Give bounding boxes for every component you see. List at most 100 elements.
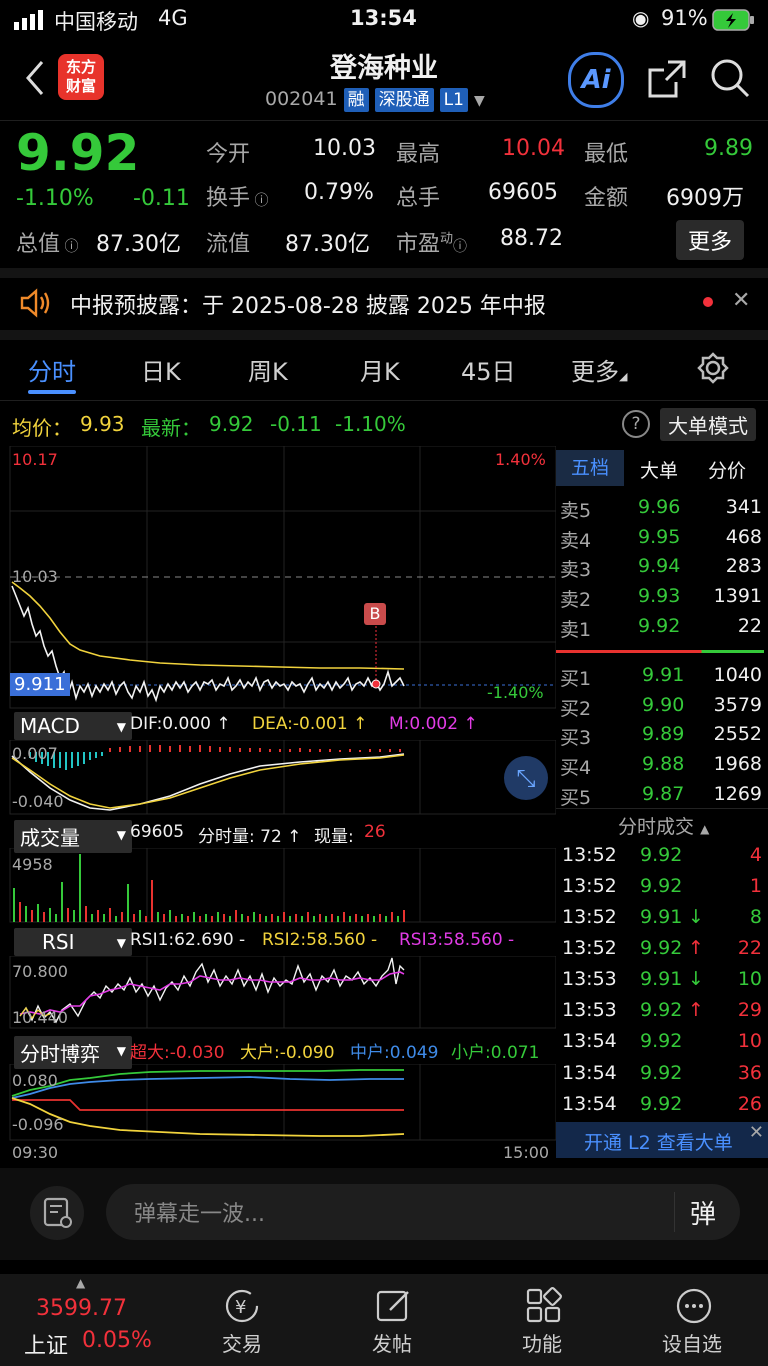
dropdown-icon[interactable]: ▼ [474,93,485,109]
ob-tab-price[interactable]: 分价 [708,456,746,483]
tab-daily-k[interactable]: 日K [141,352,181,387]
flow-super: 超大:-0.030 [130,1043,225,1063]
float-value: 87.30亿 [285,232,370,257]
close-icon[interactable]: ✕ [732,288,750,313]
buy-marker[interactable]: B [364,603,386,625]
bid-row-3[interactable]: 买3 9.89 2552 [560,723,766,753]
last-price: 9.92 [16,124,140,182]
info-icon[interactable]: ⓘ [60,239,78,255]
info-icon[interactable]: ⓘ [250,193,268,209]
index-value[interactable]: 3599.77 [36,1296,127,1321]
macd-selector[interactable]: MACD ▼ [14,712,132,740]
macd-axis-bottom: -0.040 [12,792,64,811]
ask-row-2[interactable]: 卖2 9.93 1391 [560,585,766,615]
bid-row-4[interactable]: 买4 9.88 1968 [560,753,766,783]
macd-axis-top: 0.007 [12,744,58,763]
volume-selector[interactable]: 成交量 ▼ [14,820,132,853]
bid-row-1[interactable]: 买1 9.91 1040 [560,664,766,694]
nav-watchlist[interactable]: 设自选 [632,1328,752,1357]
notice-bar[interactable]: 中报预披露：于 2025-08-28 披露 2025 年中报 ✕ [0,278,768,330]
current-price-tag: 9.911 [10,673,70,696]
tab-weekly-k[interactable]: 周K [248,352,288,387]
high-label: 最高 [396,142,441,167]
carrier: 中国移动 [54,10,138,34]
tab-intraday[interactable]: 分时 [28,352,76,387]
mktcap-label: 总值 ⓘ [16,232,79,257]
nav-function[interactable]: 功能 [482,1328,602,1357]
flow-large: 大户:-0.090 [240,1043,335,1063]
function-icon [526,1287,562,1323]
notes-icon [43,1197,72,1228]
close-icon[interactable]: ✕ [749,1122,764,1143]
nav-trade[interactable]: 交易 [182,1328,302,1357]
latest-change: -0.11 [270,412,322,436]
trade-row: 13:52 9.92 ↑ 22 [562,937,762,959]
index-pct[interactable]: 0.05% [82,1328,152,1353]
axis-high-pct: 1.40% [495,450,546,469]
badge-margin: 融 [343,88,369,112]
open-value: 10.03 [313,136,376,161]
tab-more[interactable]: 更多◢ [571,352,627,387]
volume-current: 26 [364,822,386,842]
time-axis-end: 15:00 [503,1143,550,1162]
search-icon[interactable] [708,56,752,100]
current-point [371,679,381,689]
ai-button[interactable]: Ai [568,52,624,108]
nav-post[interactable]: 发帖 [332,1328,452,1357]
trade-icon: ¥ [225,1289,259,1323]
quote-panel: 9.92 -1.10% -0.11 今开 10.03 最高 10.04 最低 9… [0,122,768,268]
trade-row: 13:54 9.92 10 [562,1030,762,1052]
money-flow-selector[interactable]: 分时博弈 ▼ [14,1036,132,1069]
bid-row-2[interactable]: 买2 9.90 3579 [560,694,766,724]
trade-row: 13:52 9.92 4 [562,844,762,866]
index-name[interactable]: 上证 [24,1328,68,1360]
axis-low-pct: -1.40% [487,683,544,702]
unread-dot [703,297,713,307]
header: 东方 财富 登海种业 002041 融 深股通 L1 ▼ Ai [0,40,768,120]
tab-active-indicator [28,390,76,394]
flow-axis-bottom: -0.096 [12,1115,64,1134]
info-icon[interactable]: ⓘ [453,239,467,255]
index-expand-icon[interactable]: ▲ [76,1276,85,1290]
ask-row-4[interactable]: 卖4 9.95 468 [560,526,766,556]
latest-value: 9.92 [209,412,254,436]
ask-row-5[interactable]: 卖5 9.96 341 [560,496,766,526]
ob-tab-bigorder[interactable]: 大单 [640,456,678,483]
trade-row: 13:53 9.92 ↑ 29 [562,999,762,1021]
volume-axis-top: 4958 [12,855,53,874]
trades-title[interactable]: 分时成交 ▲ [618,812,709,839]
axis-high: 10.17 [12,450,58,469]
ask-row-3[interactable]: 卖3 9.94 283 [560,555,766,585]
danmu-toggle-button[interactable]: 弹 [690,1194,716,1231]
period-tabs: 分时 日K 周K 月K 45日 更多◢ [0,340,768,400]
pe-value: 88.72 [500,226,563,251]
ob-tab-five[interactable]: 五档 [556,450,624,486]
svg-text:¥: ¥ [235,1297,246,1318]
danmu-input[interactable]: 弹幕走一波... 弹 [106,1184,740,1240]
macd-m: M:0.002 ↑ [389,714,478,734]
watchlist-icon [676,1288,712,1324]
high-value: 10.04 [502,136,565,161]
share-icon[interactable] [646,58,688,100]
ask-row-1[interactable]: 卖1 9.92 22 [560,615,766,645]
help-icon[interactable]: ? [622,410,650,438]
mktcap-value: 87.30亿 [96,232,181,257]
intraday-chart[interactable] [0,446,556,712]
pe-label: 市盈动ⓘ [396,231,468,257]
l2-banner[interactable]: 开通 L2 查看大单 ✕ [556,1122,768,1158]
battery-icon [712,9,754,31]
tab-45day[interactable]: 45日 [461,352,516,387]
expand-icon[interactable]: ⤡ [504,756,548,800]
notes-button[interactable] [30,1186,84,1240]
float-label: 流值 [206,232,251,257]
trade-row: 13:54 9.92 36 [562,1062,762,1084]
more-button[interactable]: 更多 [676,220,745,260]
settings-icon[interactable] [697,352,729,384]
rsi-axis-bottom: 10.440 [12,1008,68,1027]
intraday-info: 均价： 9.93 最新： 9.92 -0.11 -1.10% ? 大单模式 [0,402,768,446]
rsi-selector[interactable]: RSI ▼ [14,928,132,956]
low-label: 最低 [584,142,629,167]
tab-monthly-k[interactable]: 月K [360,352,400,387]
latest-label: 最新： [141,416,201,440]
big-order-mode-button[interactable]: 大单模式 [660,408,756,441]
